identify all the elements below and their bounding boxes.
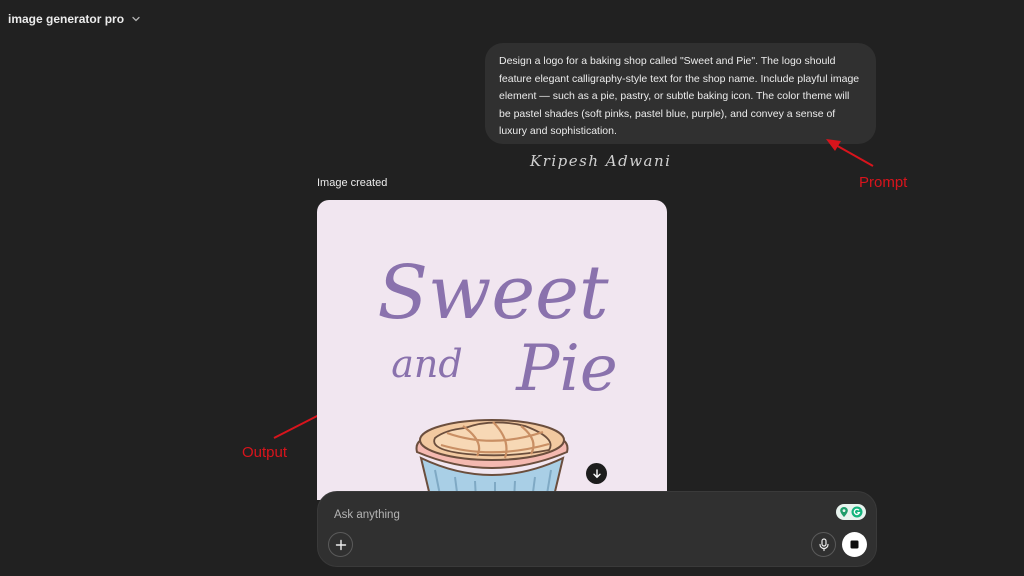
generated-image[interactable]: Sweet and Pie — [317, 200, 667, 500]
signature-watermark: Kripesh Adwani — [530, 152, 672, 170]
location-pin-icon — [840, 507, 848, 517]
chevron-down-icon — [132, 16, 140, 22]
logo-text-and: and — [391, 342, 462, 386]
message-composer — [317, 491, 877, 567]
stop-generating-button[interactable] — [842, 532, 867, 557]
logo-text-sweet: Sweet — [377, 250, 609, 336]
voice-input-button[interactable] — [811, 532, 836, 557]
image-created-status: Image created — [317, 177, 388, 189]
plus-icon — [335, 539, 346, 550]
pie-illustration — [415, 419, 569, 500]
chat-page: image generator pro Design a logo for a … — [0, 0, 1024, 576]
output-annotation-label: Output — [242, 444, 288, 461]
model-selector-label: image generator pro — [8, 12, 125, 26]
grammarly-g-icon — [851, 506, 863, 518]
footer-disclaimer — [440, 570, 730, 576]
download-image-button[interactable] — [586, 463, 607, 484]
download-icon — [592, 468, 601, 478]
user-prompt-bubble: Design a logo for a baking shop called "… — [485, 43, 876, 144]
prompt-annotation-label: Prompt — [859, 174, 908, 191]
stop-icon — [850, 540, 859, 549]
logo-text-pie: Pie — [515, 332, 617, 406]
grammarly-extension-icon[interactable] — [836, 504, 866, 520]
user-prompt-text: Design a logo for a baking shop called "… — [499, 55, 860, 138]
add-attachment-button[interactable] — [328, 532, 353, 557]
microphone-icon — [818, 537, 829, 551]
message-input[interactable] — [332, 505, 816, 525]
model-selector[interactable]: image generator pro — [8, 12, 142, 26]
sweet-and-pie-logo: Sweet and Pie — [377, 250, 618, 500]
